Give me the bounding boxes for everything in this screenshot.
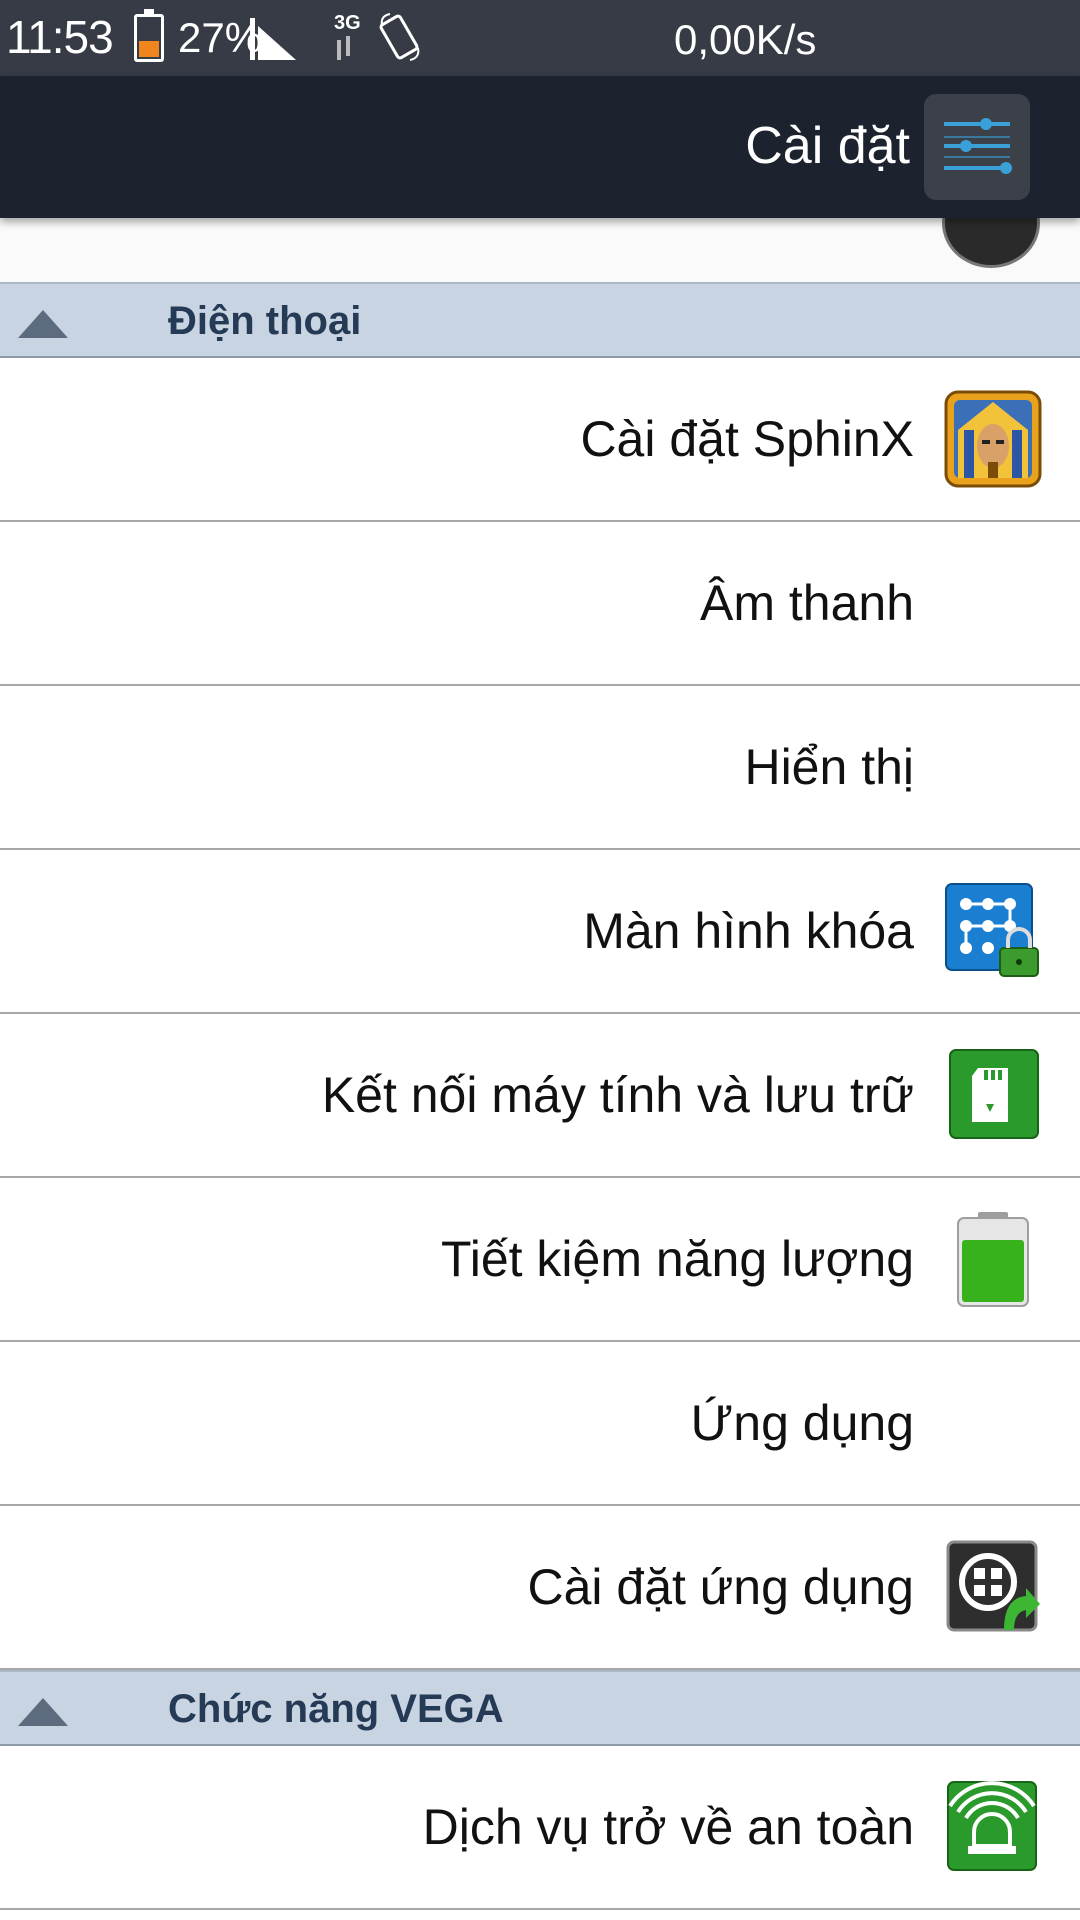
list-item-power-saving[interactable]: Tiết kiệm năng lượng: [0, 1178, 1080, 1342]
list-item-safe-return-service[interactable]: Dịch vụ trở về an toàn: [0, 1746, 1080, 1910]
collapse-triangle-icon: [18, 310, 68, 338]
list-item-app-settings[interactable]: Cài đặt ứng dụng: [0, 1506, 1080, 1670]
list-item-display[interactable]: Hiển thị: [0, 686, 1080, 850]
vega-functions-list: Dịch vụ trở về an toàn: [0, 1746, 1080, 1910]
scrolled-item: [0, 178, 1080, 282]
app-bar: Cài đặt: [0, 76, 1080, 218]
status-bar: 11:53 27% 3G 0,00K/s: [0, 0, 1080, 76]
auto-rotate-icon: [379, 13, 420, 61]
list-item-sphinx[interactable]: Cài đặt SphinX: [0, 358, 1080, 522]
signal-strength-icon: [250, 18, 296, 60]
lock-screen-pattern-icon: [944, 882, 1042, 980]
battery-icon: [134, 9, 164, 62]
list-item-sound[interactable]: Âm thanh: [0, 522, 1080, 686]
list-item-lock-screen[interactable]: Màn hình khóa: [0, 850, 1080, 1014]
list-item-label: Hiển thị: [744, 739, 914, 795]
settings-sliders-icon[interactable]: [924, 94, 1030, 200]
battery-icon: [944, 1210, 1042, 1308]
phone-settings-list: Cài đặt SphinX Âm thanh Hiển thị Màn hìn…: [0, 358, 1080, 1670]
network-speed: 0,00K/s: [674, 16, 817, 63]
list-item-label: Cài đặt ứng dụng: [527, 1559, 914, 1615]
section-label: Chức năng VEGA: [168, 1687, 504, 1731]
list-item-applications[interactable]: Ứng dụng: [0, 1342, 1080, 1506]
list-item-label: Âm thanh: [699, 575, 914, 631]
sd-card-icon: [944, 1046, 1042, 1144]
status-time: 11:53: [6, 11, 114, 63]
list-item-label: Kết nối máy tính và lưu trữ: [321, 1067, 914, 1123]
sphinx-icon: [944, 390, 1042, 488]
list-item-label: Màn hình khóa: [583, 903, 914, 959]
section-header-phone[interactable]: Điện thoại: [0, 282, 1080, 358]
section-label: Điện thoại: [168, 299, 362, 343]
section-header-vega[interactable]: Chức năng VEGA: [0, 1670, 1080, 1746]
data-activity-icon: [337, 36, 350, 60]
page-title: Cài đặt: [745, 117, 910, 175]
list-item-label: Tiết kiệm năng lượng: [441, 1231, 914, 1287]
list-item-label: Cài đặt SphinX: [580, 411, 914, 467]
list-item-label: Dịch vụ trở về an toàn: [422, 1799, 914, 1855]
app-install-icon: [944, 1538, 1042, 1636]
network-type: 3G: [334, 12, 361, 34]
list-item-pc-connection-storage[interactable]: Kết nối máy tính và lưu trữ: [0, 1014, 1080, 1178]
list-item-label: Ứng dụng: [690, 1395, 914, 1451]
collapse-triangle-icon: [18, 1698, 68, 1726]
safety-alarm-icon: [944, 1778, 1042, 1876]
